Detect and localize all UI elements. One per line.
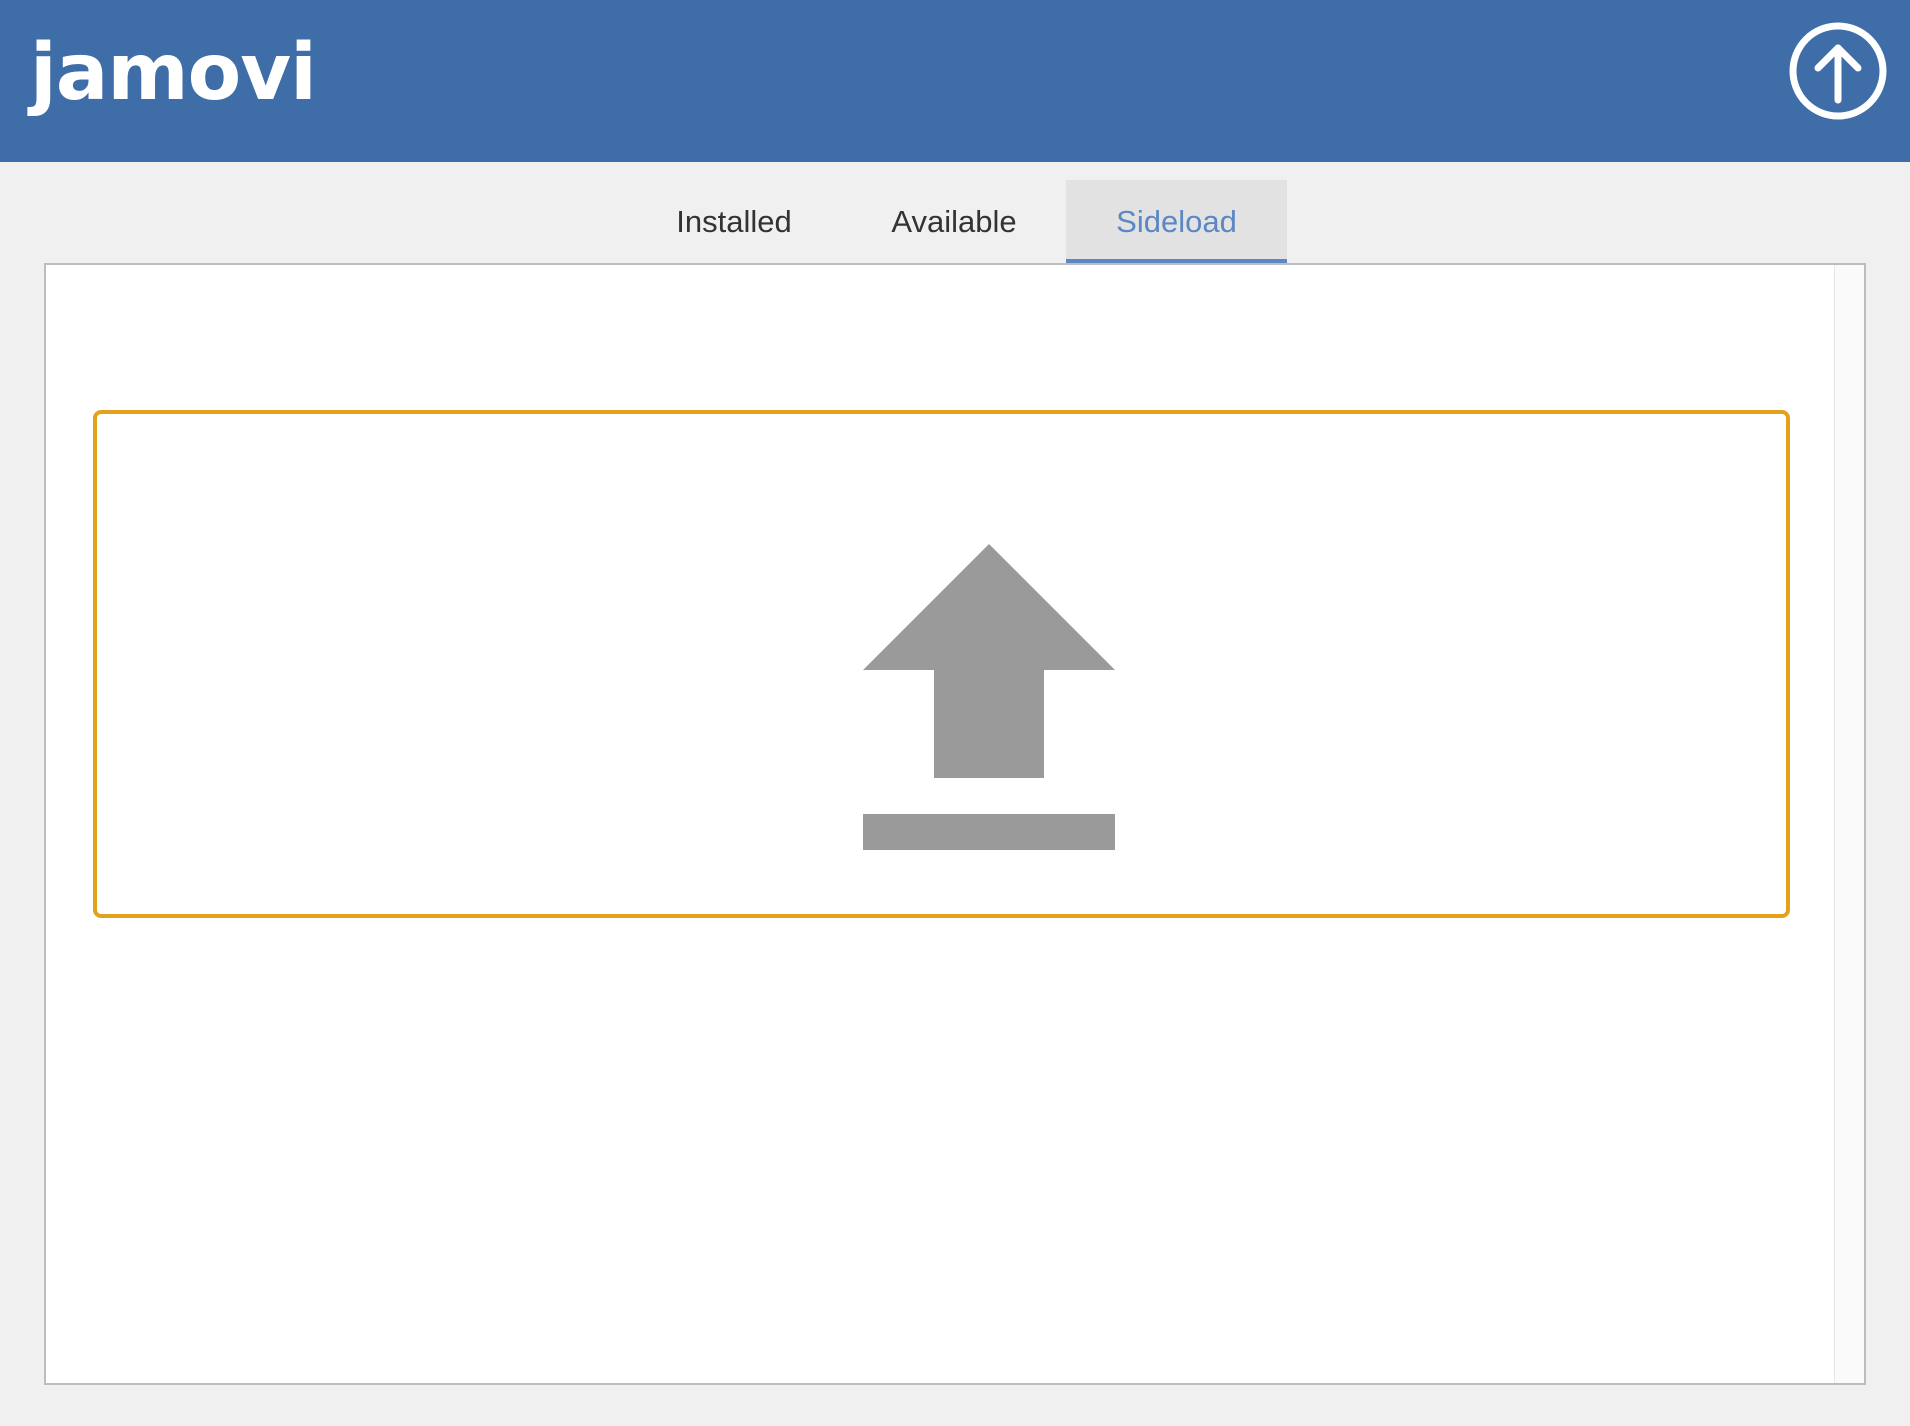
sideload-panel: [44, 263, 1866, 1385]
jamovi-logo: jamovi: [30, 28, 317, 118]
app-header: jamovi: [0, 0, 1910, 162]
arrow-up-circle-icon: [1789, 22, 1887, 120]
back-button[interactable]: [1788, 20, 1910, 144]
sideload-drop-zone[interactable]: [93, 410, 1790, 918]
tab-available[interactable]: Available: [870, 180, 1038, 263]
tab-sideload[interactable]: Sideload: [1066, 180, 1287, 263]
tab-installed[interactable]: Installed: [650, 180, 818, 263]
scrollbar-track[interactable]: [1834, 265, 1864, 1383]
upload-icon: [863, 544, 1115, 850]
module-tabs: Installed Available Sideload: [0, 180, 1910, 263]
